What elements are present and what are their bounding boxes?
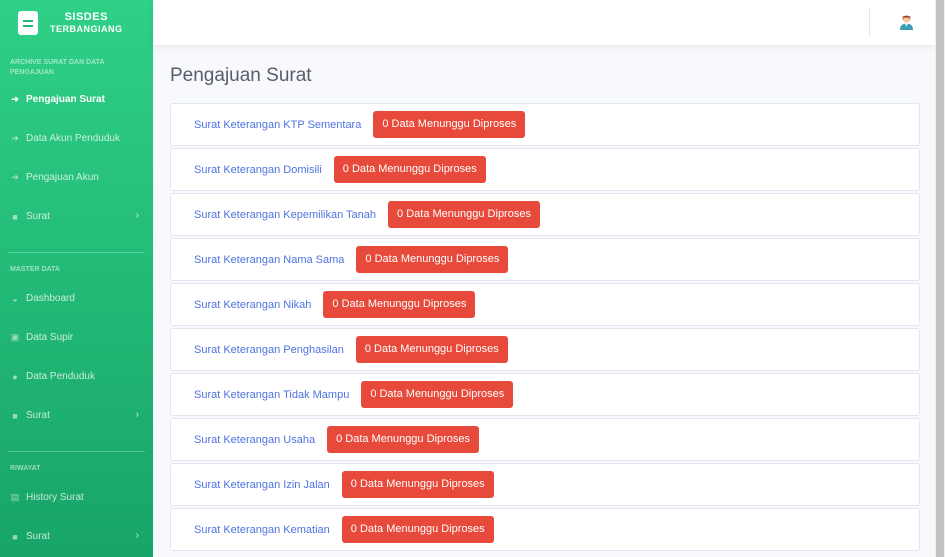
sidebar-item-label: Pengajuan Akun — [26, 172, 99, 183]
brand-text: SISDES TERBANGIANG — [50, 11, 123, 35]
brand-name: SISDES — [64, 10, 108, 23]
sign-in-icon: ➜ — [11, 172, 19, 182]
sidebar-item-label: Data Akun Penduduk — [26, 133, 120, 144]
list-item: Surat Keterangan Domisili 0 Data Menungg… — [170, 148, 920, 191]
status-badge: 0 Data Menunggu Diproses — [341, 516, 494, 543]
scrollbar-thumb[interactable] — [936, 0, 944, 557]
main-content: Pengajuan Surat Surat Keterangan KTP Sem… — [170, 45, 920, 553]
sidebar: SISDES TERBANGIANG ARCHIVE SURAT DAN DAT… — [0, 0, 153, 557]
surat-link[interactable]: Surat Keterangan Kematian — [194, 524, 330, 536]
surat-link[interactable]: Surat Keterangan Kepemilikan Tanah — [194, 209, 376, 221]
status-badge: 0 Data Menunggu Diproses — [356, 246, 509, 273]
sign-in-icon: ➜ — [11, 94, 19, 104]
surat-link[interactable]: Surat Keterangan Nama Sama — [194, 254, 344, 266]
bus-icon: ▣ — [10, 332, 20, 342]
surat-link[interactable]: Surat Keterangan Izin Jalan — [194, 479, 330, 491]
sidebar-item-label: Data Penduduk — [26, 371, 95, 382]
topbar — [153, 0, 935, 45]
surat-link[interactable]: Surat Keterangan Usaha — [194, 434, 315, 446]
list-item: Surat Keterangan Izin Jalan 0 Data Menun… — [170, 463, 920, 506]
folder-icon: ■ — [12, 211, 18, 222]
sidebar-item-pengajuan-akun[interactable]: ➜ Pengajuan Akun — [0, 158, 153, 197]
surat-link[interactable]: Surat Keterangan Penghasilan — [194, 344, 344, 356]
sidebar-item-label: Pengajuan Surat — [26, 94, 105, 105]
list-item: Surat Keterangan Tidak Mampu 0 Data Menu… — [170, 373, 920, 416]
section-heading-master: MASTER DATA — [10, 266, 60, 273]
list-item: Surat Keterangan KTP Sementara 0 Data Me… — [170, 103, 920, 146]
status-badge: 0 Data Menunggu Diproses — [355, 336, 508, 363]
list-item: Surat Keterangan Nama Sama 0 Data Menung… — [170, 238, 920, 281]
sidebar-item-label: Dashboard — [26, 293, 75, 304]
folder-icon: ■ — [12, 410, 18, 421]
folder-icon: ■ — [12, 531, 18, 542]
chevron-right-icon: › — [135, 409, 139, 420]
status-badge: 0 Data Menunggu Diproses — [333, 156, 486, 183]
sidebar-item-label: Surat — [26, 410, 50, 421]
sidebar-item-pengajuan-surat[interactable]: ➜ Pengajuan Surat — [0, 80, 153, 119]
list-item: Surat Keterangan Penghasilan 0 Data Menu… — [170, 328, 920, 371]
status-badge: 0 Data Menunggu Diproses — [327, 426, 480, 453]
surat-link[interactable]: Surat Keterangan Domisili — [194, 164, 322, 176]
tachometer-icon: ◒ — [12, 293, 18, 304]
sidebar-item-label: Surat — [26, 531, 50, 542]
book-icon — [18, 10, 38, 35]
chevron-right-icon: › — [135, 210, 139, 221]
chevron-right-icon: › — [135, 530, 139, 541]
list-item: Surat Keterangan Kematian 0 Data Menungg… — [170, 508, 920, 551]
status-badge: 0 Data Menunggu Diproses — [323, 291, 476, 318]
sidebar-item-label: Data Supir — [26, 332, 74, 343]
sidebar-item-label: History Surat — [26, 492, 84, 503]
list-item: Surat Keterangan Kepemilikan Tanah 0 Dat… — [170, 193, 920, 236]
surat-link[interactable]: Surat Keterangan KTP Sementara — [194, 119, 361, 131]
users-icon: ● — [12, 371, 18, 382]
list-item: Surat Keterangan Usaha 0 Data Menunggu D… — [170, 418, 920, 461]
sidebar-item-surat[interactable]: ■ Surat › — [0, 396, 153, 435]
surat-link[interactable]: Surat Keterangan Tidak Mampu — [194, 389, 349, 401]
sidebar-item-data-akun-penduduk[interactable]: ➜ Data Akun Penduduk — [0, 119, 153, 158]
sign-in-icon: ➜ — [11, 133, 19, 143]
brand[interactable]: SISDES TERBANGIANG — [0, 0, 153, 45]
sidebar-item-data-penduduk[interactable]: ● Data Penduduk — [0, 357, 153, 396]
section-heading-archive: ARCHIVE SURAT DAN DATA PENGAJUAN — [10, 59, 105, 76]
status-badge: 0 Data Menunggu Diproses — [388, 201, 540, 228]
section-heading-riwayat: RIWAYAT — [10, 465, 41, 472]
topbar-divider — [869, 8, 870, 36]
status-badge: 0 Data Menunggu Diproses — [361, 381, 514, 408]
page-title: Pengajuan Surat — [170, 65, 312, 86]
sidebar-item-dashboard[interactable]: ◒ Dashboard — [0, 279, 153, 318]
brand-subname: TERBANGIANG — [50, 23, 123, 34]
sidebar-item-data-supir[interactable]: ▣ Data Supir — [0, 318, 153, 357]
status-badge: 0 Data Menunggu Diproses — [341, 471, 494, 498]
list-item: Surat Keterangan Nikah 0 Data Menunggu D… — [170, 283, 920, 326]
sidebar-item-surat[interactable]: ■ Surat › — [0, 517, 153, 556]
status-badge: 0 Data Menunggu Diproses — [373, 111, 526, 138]
user-avatar-icon[interactable] — [899, 13, 914, 30]
sidebar-item-history-surat[interactable]: ▤ History Surat — [0, 478, 153, 517]
scrollbar[interactable] — [935, 0, 945, 557]
book-icon: ▤ — [10, 492, 20, 502]
surat-link[interactable]: Surat Keterangan Nikah — [194, 299, 311, 311]
sidebar-item-label: Surat — [26, 211, 50, 222]
sidebar-item-surat[interactable]: ■ Surat › — [0, 197, 153, 236]
